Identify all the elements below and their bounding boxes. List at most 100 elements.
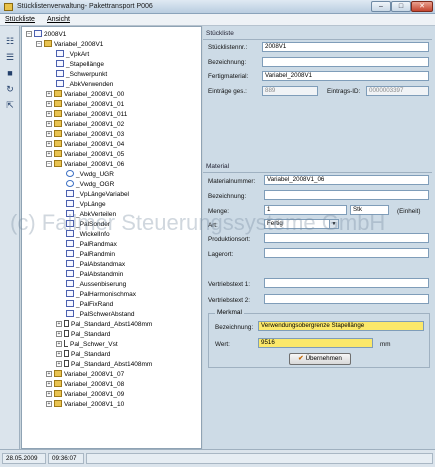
- variable-icon: [56, 50, 64, 57]
- folder-icon: [54, 110, 62, 117]
- close-button[interactable]: ✕: [411, 1, 433, 12]
- tree-node-selected[interactable]: – Variabel_2008V1_06: [46, 160, 124, 169]
- tree-node-parent[interactable]: – Variabel_2008V1: [36, 40, 103, 49]
- tree-node[interactable]: + Variabel_2008V1_011: [46, 110, 127, 119]
- tree-node[interactable]: + Variabel_2008V1_00: [46, 90, 124, 99]
- variable-icon: [66, 290, 74, 297]
- fertigmaterial-label: Fertigmaterial:: [208, 73, 249, 80]
- query-icon: [66, 180, 74, 187]
- tree-node[interactable]: + Variabel_2008V1_03: [46, 130, 124, 139]
- apply-button[interactable]: ✔ Übernehmen: [289, 353, 351, 365]
- tree-child[interactable]: + Pal_Standard: [56, 350, 110, 359]
- tree-child[interactable]: _PalAbstandmax: [66, 260, 125, 269]
- fertigmaterial-field[interactable]: Variabel_2008V1: [262, 71, 429, 81]
- lagerort-field[interactable]: [264, 248, 429, 258]
- tree-child[interactable]: _Vwdg_OGR: [66, 180, 114, 189]
- folder-icon: [54, 150, 62, 157]
- tree-node[interactable]: + Variabel_2008V1_07: [46, 370, 124, 379]
- tree-node[interactable]: _VpkArt: [56, 50, 89, 59]
- export-icon[interactable]: ⇱: [4, 100, 16, 111]
- tree-child[interactable]: _WickelInfo: [66, 230, 110, 239]
- variable-icon: [56, 80, 64, 87]
- folder-icon: [54, 90, 62, 97]
- pallet-icon: [64, 330, 69, 337]
- materialnummer-field[interactable]: Variabel_2008V1_06: [264, 175, 429, 185]
- tree-node[interactable]: + Variabel_2008V1_04: [46, 140, 124, 149]
- variable-icon: [66, 220, 74, 227]
- tree-view-icon[interactable]: ☷: [4, 36, 16, 47]
- bezeichnung-field[interactable]: [262, 57, 429, 67]
- tree-node[interactable]: _Stapellänge: [56, 60, 104, 69]
- tree-node[interactable]: + Variabel_2008V1_08: [46, 380, 124, 389]
- tree-child[interactable]: _Vwdg_UGR: [66, 170, 114, 179]
- tree-child[interactable]: _PalFixRand: [66, 300, 113, 309]
- vertriebstext1-field[interactable]: [264, 278, 429, 288]
- status-bar: 28.05.2009 09:36:07: [0, 449, 435, 467]
- produktionsort-field[interactable]: [264, 233, 429, 243]
- tree-child[interactable]: _PalSchwerAbstand: [66, 310, 135, 319]
- tree-node[interactable]: _Schwerpunkt: [56, 70, 107, 79]
- tree-child[interactable]: _VpLänge: [66, 200, 106, 209]
- material-header: Material: [206, 163, 230, 170]
- bom-tree[interactable]: –2008V1 – Variabel_2008V1 _VpkArt _Stapel…: [21, 26, 202, 449]
- variable-icon: [66, 210, 74, 217]
- tree-node[interactable]: + Variabel_2008V1_10: [46, 400, 124, 409]
- material-bezeichnung-field[interactable]: [264, 190, 429, 200]
- section-divider: [203, 172, 432, 173]
- tree-child[interactable]: _PalSonder: [66, 220, 110, 229]
- maximize-button[interactable]: □: [391, 1, 411, 12]
- pallet-icon: [64, 360, 69, 367]
- save-icon[interactable]: ■: [4, 68, 16, 79]
- folder-icon: [44, 40, 52, 47]
- eintraege-field: 889: [262, 86, 318, 96]
- merkmal-bezeichnung-field[interactable]: Verwendungsobergrenze Stapellänge: [258, 321, 424, 331]
- tree-node[interactable]: _AbkVerwenden: [56, 80, 113, 89]
- section-divider: [203, 39, 432, 40]
- tree-node[interactable]: + Variabel_2008V1_09: [46, 390, 124, 399]
- menge-label: Menge:: [208, 208, 230, 215]
- refresh-icon[interactable]: ↻: [4, 84, 16, 95]
- list-view-icon[interactable]: ☰: [4, 52, 16, 63]
- folder-icon: [54, 120, 62, 127]
- tree-child[interactable]: _PalHarmonischmax: [66, 290, 136, 299]
- tree-child[interactable]: _AbkVerteilen: [66, 210, 116, 219]
- tree-node[interactable]: + Variabel_2008V1_02: [46, 120, 124, 129]
- material-bezeichnung-label: Bezeichnung:: [208, 193, 247, 200]
- tree-child[interactable]: + Pal_Standard_Abst1408mm: [56, 320, 152, 329]
- merkmal-group: Merkmal Bezeichnung: Verwendungsobergren…: [208, 309, 430, 368]
- menu-ansicht[interactable]: Ansicht: [47, 16, 70, 23]
- art-select[interactable]: Fertig ▼: [264, 219, 339, 229]
- tree-child[interactable]: _Aussenbiserung: [66, 280, 126, 289]
- tree-root[interactable]: –2008V1: [26, 30, 66, 39]
- query-icon: [66, 170, 74, 177]
- tree-node[interactable]: + Variabel_2008V1_05: [46, 150, 124, 159]
- tree-child[interactable]: + Pal_Standard: [56, 330, 110, 339]
- tree-child[interactable]: + Pal_Schwer_Vst: [56, 340, 118, 349]
- tree-child[interactable]: + Pal_Standard_Abst1408mm: [56, 360, 152, 369]
- tree-child[interactable]: _PalRandmax: [66, 240, 117, 249]
- variable-icon: [66, 270, 74, 277]
- chevron-down-icon[interactable]: ▼: [329, 220, 338, 228]
- merkmal-bezeichnung-label: Bezeichnung:: [215, 324, 254, 331]
- vertriebstext2-field[interactable]: [264, 294, 429, 304]
- wert-field[interactable]: 9516: [258, 338, 373, 348]
- tree-node[interactable]: + Variabel_2008V1_01: [46, 100, 124, 109]
- minimize-button[interactable]: –: [371, 1, 391, 12]
- menu-stueckliste[interactable]: Stückliste: [5, 16, 35, 23]
- variable-icon: [66, 200, 74, 207]
- menge-field[interactable]: 1: [264, 205, 347, 215]
- eintrags-id-label: Eintrags-ID:: [327, 88, 361, 95]
- folder-icon: [54, 380, 62, 387]
- variable-icon: [66, 260, 74, 267]
- tree-child[interactable]: _VpLängeVariabel: [66, 190, 129, 199]
- tree-child[interactable]: _PalAbstandmin: [66, 270, 123, 279]
- wert-label: Wert:: [215, 341, 230, 348]
- einheit-label: (Einheit): [397, 208, 421, 215]
- stuecklistennr-field[interactable]: 2008V1: [262, 42, 429, 52]
- einheit-field[interactable]: Stk: [350, 205, 389, 215]
- folder-icon: [54, 160, 62, 167]
- materialnummer-label: Materialnummer:: [208, 178, 256, 185]
- tree-child[interactable]: _PalRandmin: [66, 250, 115, 259]
- side-toolbar: ☷ ☰ ■ ↻ ⇱: [0, 26, 20, 449]
- app-icon: [4, 3, 13, 11]
